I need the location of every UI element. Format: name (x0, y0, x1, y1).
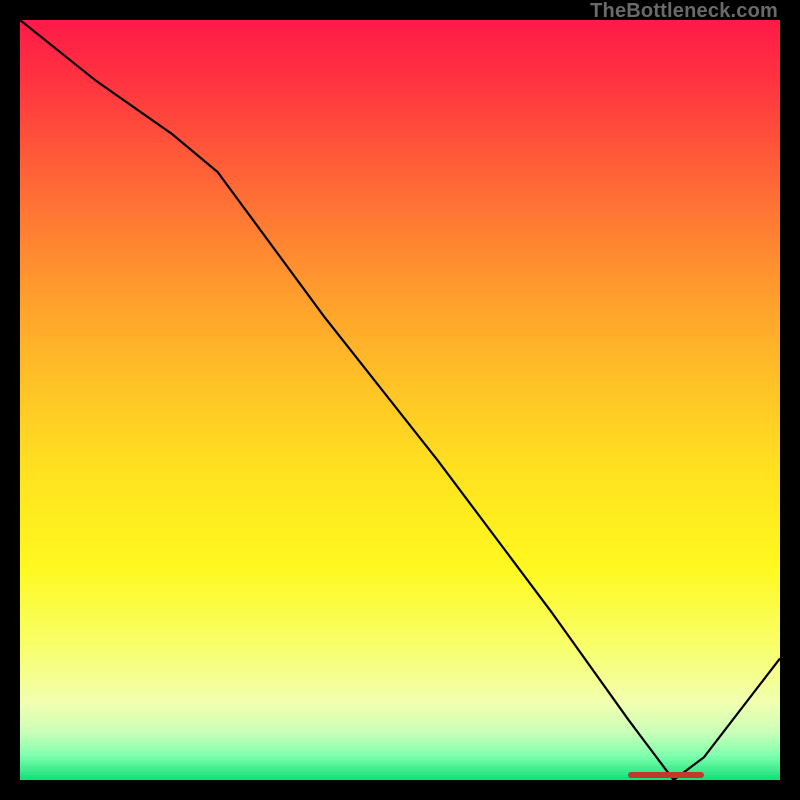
optimum-marker (628, 772, 704, 778)
bottleneck-curve (20, 20, 780, 780)
plot-area (20, 20, 780, 780)
chart-frame: TheBottleneck.com (0, 0, 800, 800)
